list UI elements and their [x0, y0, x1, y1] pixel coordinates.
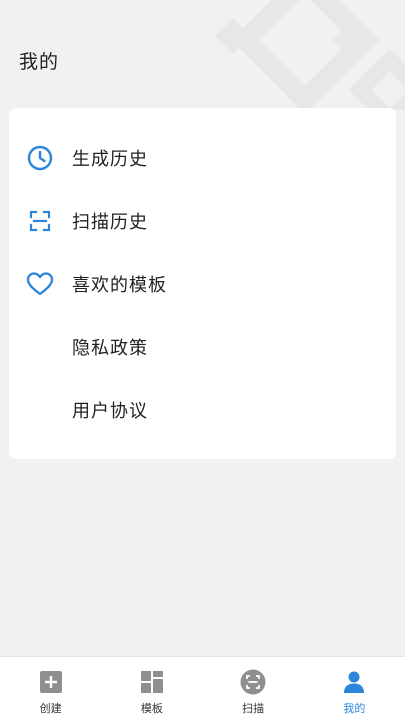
tab-label: 扫描 [242, 702, 265, 715]
menu-item-label: 扫描历史 [72, 211, 148, 233]
user-icon [341, 669, 367, 695]
scan-frame-icon [26, 207, 54, 235]
page-title: 我的 [19, 51, 60, 73]
scan-circle-icon [240, 669, 266, 695]
tab-scan[interactable]: 扫描 [203, 657, 304, 720]
menu-item-label: 生成历史 [72, 148, 148, 170]
menu-item-label: 喜欢的模板 [72, 274, 167, 296]
menu-item-privacy-policy[interactable]: 隐私政策 [9, 315, 396, 378]
tab-mine[interactable]: 我的 [304, 657, 405, 720]
tab-label: 模板 [140, 702, 163, 715]
menu-card: 生成历史 扫描历史 喜欢的模板 隐私政策 用户协议 [9, 108, 396, 459]
tab-templates[interactable]: 模板 [101, 657, 202, 720]
tab-label: 我的 [343, 702, 366, 715]
background-pattern [215, 0, 405, 110]
menu-item-label: 隐私政策 [72, 337, 148, 359]
menu-item-favorite-templates[interactable]: 喜欢的模板 [9, 252, 396, 315]
profile-screen: 我的 生成历史 扫描历史 喜欢的模板 隐私政策 用户协议 创建 模板 扫描 我的 [0, 0, 405, 720]
plus-square-icon [38, 669, 64, 695]
tab-label: 创建 [39, 702, 62, 715]
heart-icon [26, 270, 54, 298]
clock-icon [26, 144, 54, 172]
tab-create[interactable]: 创建 [0, 657, 101, 720]
template-grid-icon [139, 669, 165, 695]
menu-item-user-agreement[interactable]: 用户协议 [9, 378, 396, 441]
menu-item-generate-history[interactable]: 生成历史 [9, 126, 396, 189]
bottom-tab-bar: 创建 模板 扫描 我的 [0, 656, 405, 720]
menu-item-scan-history[interactable]: 扫描历史 [9, 189, 396, 252]
menu-item-label: 用户协议 [72, 400, 148, 422]
